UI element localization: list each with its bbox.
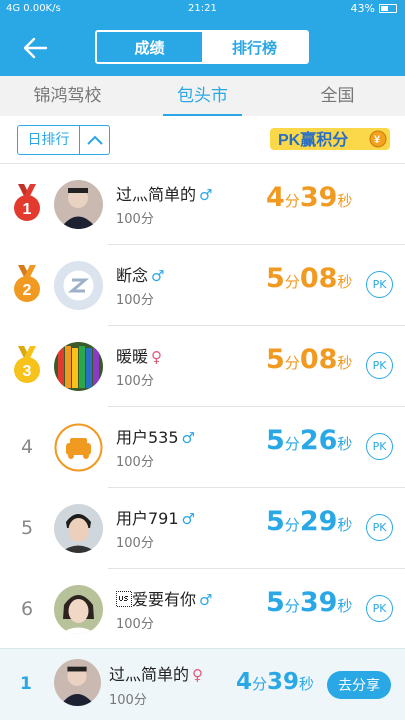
avatar[interactable]: [54, 342, 103, 391]
ranking-row[interactable]: 5 用户791 ♂ 100分 5分29秒 PK: [0, 488, 405, 569]
ranking-row[interactable]: 6 爱要有你 ♂ 100分 5分39秒 PK: [0, 569, 405, 650]
ranking-row[interactable]: 1 过灬简单的 ♂ 100分 4分39秒: [0, 164, 405, 245]
gold-medal-icon: 1: [14, 184, 40, 221]
score-label: 100分: [116, 455, 154, 470]
user-name: 过灬简单的: [116, 185, 197, 204]
score-label: 100分: [116, 212, 154, 227]
my-time: 4分39秒: [236, 669, 315, 695]
my-name: 过灬简单的: [109, 665, 190, 684]
period-dropdown[interactable]: 日排行: [17, 125, 110, 155]
clock: 21:21: [188, 3, 217, 14]
status-bar: 4G 0.00K/s 21:21 43%: [0, 0, 405, 20]
svg-text:1: 1: [23, 201, 32, 218]
time-value: 5分39秒: [266, 587, 353, 618]
network-speed: 4G 0.00K/s: [6, 3, 61, 14]
score-label: 100分: [116, 374, 154, 389]
rank-number: 5: [20, 517, 34, 539]
user-name: 爱要有你: [116, 590, 197, 609]
my-rank: 1: [20, 674, 32, 694]
my-ranking-bar: 1 过灬简单的 ♀ 100分 4分39秒 去分享: [0, 648, 405, 720]
score-label: 100分: [116, 617, 154, 632]
pk-points-banner[interactable]: PK赢积分 ¥: [270, 124, 390, 154]
user-name: 断念: [116, 266, 149, 285]
tab-school[interactable]: 锦鸿驾校: [0, 76, 135, 116]
svg-text:3: 3: [23, 363, 32, 380]
app-header: 成绩 排行榜: [0, 20, 405, 76]
battery-icon: [379, 4, 397, 13]
male-icon: ♂: [199, 186, 213, 204]
tab-national[interactable]: 全国: [270, 76, 405, 116]
my-score: 100分: [109, 693, 147, 708]
period-label: 日排行: [18, 126, 80, 154]
segment-ranking[interactable]: 排行榜: [202, 32, 307, 62]
svg-text:2: 2: [23, 282, 32, 299]
ranking-row[interactable]: 4 用户535 ♂ 100分 5分26秒 PK: [0, 407, 405, 488]
segment-control: 成绩 排行榜: [95, 30, 309, 64]
avatar[interactable]: [54, 423, 103, 472]
male-icon: ♂: [151, 267, 165, 285]
svg-text:¥: ¥: [374, 134, 381, 146]
pk-button[interactable]: PK: [366, 595, 393, 622]
male-icon: ♂: [181, 429, 195, 447]
time-value: 5分08秒: [266, 263, 353, 294]
time-value: 4分39秒: [266, 182, 353, 213]
bronze-medal-icon: 3: [14, 346, 40, 383]
time-value: 5分29秒: [266, 506, 353, 537]
female-icon: ♀: [192, 666, 204, 684]
pk-button[interactable]: PK: [366, 433, 393, 460]
tab-city[interactable]: 包头市: [135, 76, 270, 116]
silver-medal-icon: 2: [14, 265, 40, 302]
rank-number: 6: [20, 598, 34, 620]
male-icon: ♂: [199, 591, 213, 609]
score-label: 100分: [116, 536, 154, 551]
pk-banner-text: PK赢积分: [278, 130, 348, 149]
avatar[interactable]: [54, 261, 103, 310]
user-name: 暖暖: [116, 347, 149, 366]
user-name: 用户791: [116, 509, 179, 528]
chevron-up-icon: [86, 135, 103, 145]
avatar[interactable]: [54, 504, 103, 553]
male-icon: ♂: [181, 510, 195, 528]
avatar[interactable]: [54, 585, 103, 634]
battery-level: 43%: [350, 2, 375, 15]
rank-number: 4: [20, 436, 34, 458]
ranking-row[interactable]: 2 断念 ♂ 100分 5分08秒 PK: [0, 245, 405, 326]
back-arrow-icon[interactable]: [22, 36, 48, 60]
avatar[interactable]: [54, 180, 103, 229]
time-value: 5分08秒: [266, 344, 353, 375]
scope-tabs: 锦鸿驾校 包头市 全国: [0, 76, 405, 116]
user-name: 用户535: [116, 428, 179, 447]
my-avatar[interactable]: [54, 659, 101, 706]
pk-button[interactable]: PK: [366, 271, 393, 298]
share-button[interactable]: 去分享: [327, 671, 391, 699]
time-value: 5分26秒: [266, 425, 353, 456]
segment-scores[interactable]: 成绩: [97, 32, 202, 62]
female-icon: ♀: [151, 348, 163, 366]
pk-button[interactable]: PK: [366, 514, 393, 541]
score-label: 100分: [116, 293, 154, 308]
pk-button[interactable]: PK: [366, 352, 393, 379]
ranking-row[interactable]: 3 暖暖 ♀ 100分 5分08秒 PK: [0, 326, 405, 407]
